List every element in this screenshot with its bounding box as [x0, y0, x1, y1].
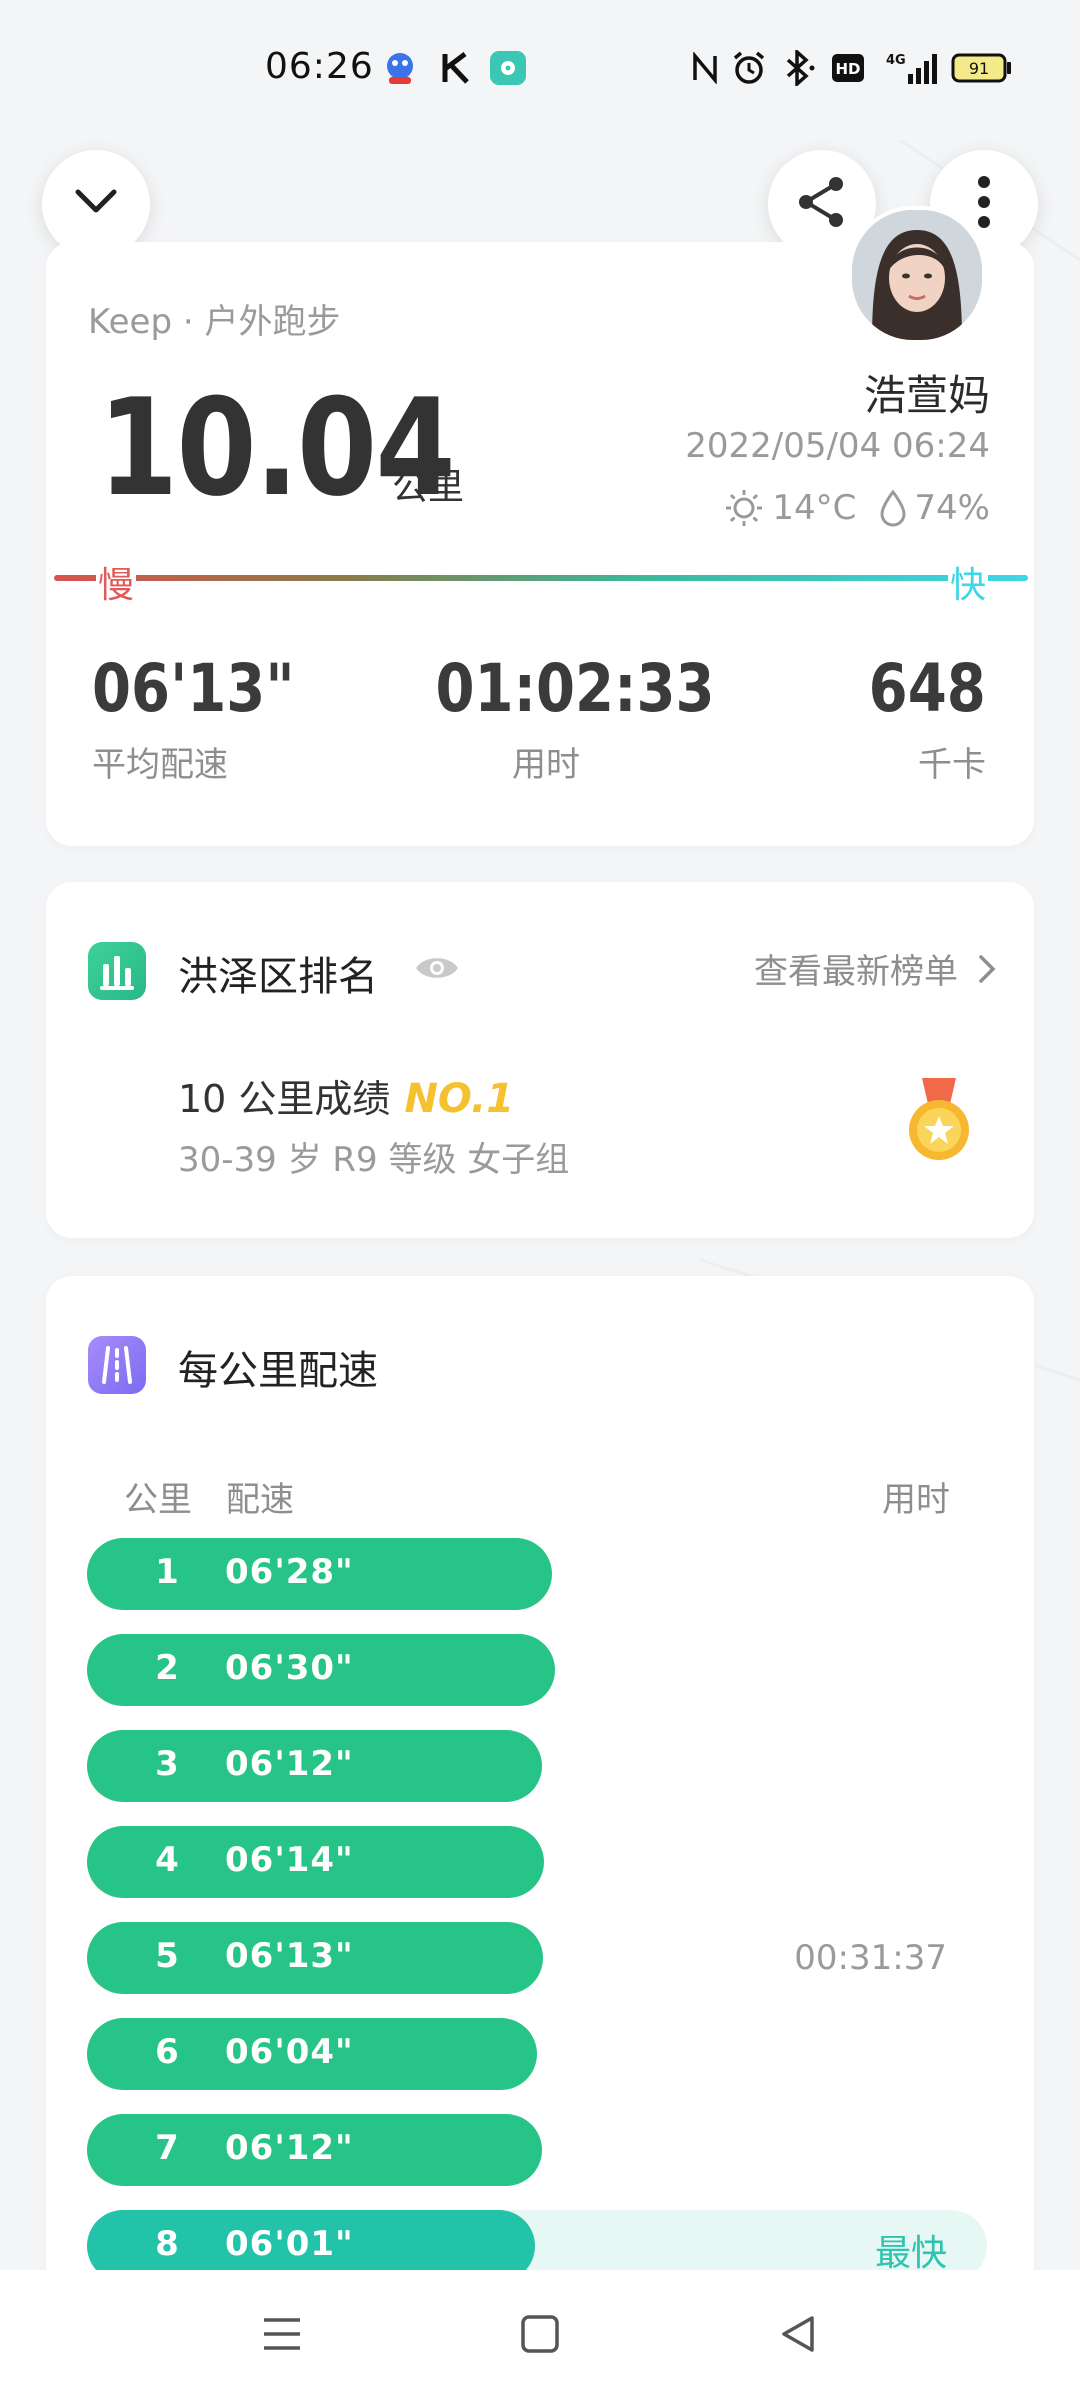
keep-app-icon	[438, 50, 474, 86]
menu-nav-button[interactable]	[262, 2314, 302, 2358]
duration-value: 01:02:33	[435, 650, 715, 727]
split-row: 5 06'13" 00:31:37	[87, 1922, 987, 1994]
distance-unit: 公里	[392, 467, 465, 508]
splits-title: 每公里配速	[178, 1348, 378, 1394]
activity-datetime: 2022/05/04 06:24	[685, 426, 990, 466]
col-km: 公里	[124, 1480, 192, 1520]
rank-result: 10 公里成绩 NO.1	[178, 1068, 514, 1123]
split-km: 2	[155, 1648, 179, 1688]
rank-number: NO.1	[404, 1076, 515, 1122]
activity-source: Keep · 户外跑步	[88, 302, 341, 342]
fastest-badge: 最快	[874, 2233, 947, 2274]
fast-label: 快	[948, 556, 989, 608]
split-km: 4	[155, 1840, 179, 1880]
calories-label: 千卡	[918, 745, 986, 785]
status-time: 06:26	[265, 46, 374, 87]
col-time: 用时	[882, 1480, 950, 1520]
split-pace: 06'30"	[225, 1648, 354, 1688]
split-pace: 06'12"	[225, 1744, 354, 1784]
pace-gradient-bar	[54, 575, 1028, 581]
split-pace: 06'13"	[225, 1936, 354, 1976]
more-vertical-icon	[976, 176, 992, 232]
weather-info: 14°C 74%	[724, 488, 990, 528]
split-pace: 06'28"	[225, 1552, 354, 1592]
back-nav-button[interactable]	[778, 2314, 818, 2358]
stat-pace: 06'13" 平均配速	[92, 650, 330, 786]
avg-pace-label: 平均配速	[92, 745, 228, 785]
temperature: 14°C	[772, 488, 857, 528]
system-nav-bar	[0, 2270, 1080, 2400]
rank-result-label: 10 公里成绩	[178, 1077, 391, 1121]
user-name: 浩萱妈	[863, 371, 990, 420]
music-app-icon	[488, 50, 528, 86]
split-row: 6 06'04"	[87, 2018, 987, 2090]
ranking-card[interactable]: 洪泽区排名 查看最新榜单 10 公里成绩 NO.1 30-39 岁 R9 等级 …	[46, 882, 1034, 1238]
split-elapsed-time: 00:31:37	[794, 1938, 947, 1978]
battery-icon: 91	[950, 50, 1014, 86]
svg-text:HD: HD	[835, 60, 860, 78]
split-km: 8	[155, 2224, 179, 2264]
split-row: 3 06'12"	[87, 1730, 987, 1802]
baidu-app-icon	[380, 50, 420, 86]
stat-duration: 01:02:33 用时	[416, 650, 715, 786]
view-leaderboard-link[interactable]: 查看最新榜单	[754, 944, 996, 993]
split-km: 7	[155, 2128, 179, 2168]
ranking-title: 洪泽区排名	[178, 954, 378, 1000]
avg-pace-value: 06'13"	[92, 650, 295, 727]
humidity: 74%	[914, 488, 990, 528]
rank-group: 30-39 岁 R9 等级 女子组	[178, 1140, 570, 1180]
droplet-icon	[878, 489, 908, 527]
calories-value: 648	[868, 650, 986, 727]
chevron-down-icon	[74, 188, 118, 220]
hd-icon: HD	[830, 50, 866, 86]
sun-icon	[724, 488, 764, 528]
split-km: 1	[155, 1552, 179, 1592]
split-km: 3	[155, 1744, 179, 1784]
col-pace: 配速	[226, 1480, 294, 1520]
alarm-icon	[730, 50, 768, 86]
duration-label: 用时	[512, 745, 580, 785]
stat-calories: 648 千卡	[848, 650, 986, 786]
avatar[interactable]	[848, 206, 986, 344]
share-icon	[794, 174, 850, 234]
signal-4g-icon: 4G	[886, 50, 938, 86]
ranking-chart-icon	[88, 942, 146, 1000]
split-row: 2 06'30"	[87, 1634, 987, 1706]
split-km: 6	[155, 2032, 179, 2072]
split-row: 4 06'14"	[87, 1826, 987, 1898]
split-pace: 06'14"	[225, 1840, 354, 1880]
bluetooth-icon	[778, 50, 818, 86]
eye-icon[interactable]	[414, 952, 460, 988]
road-icon	[88, 1336, 146, 1394]
battery-level: 91	[969, 59, 989, 78]
split-pace: 06'01"	[225, 2224, 354, 2264]
split-km: 5	[155, 1936, 179, 1976]
split-pace: 06'12"	[225, 2128, 354, 2168]
chevron-right-icon	[978, 954, 996, 984]
svg-text:4G: 4G	[886, 53, 906, 68]
nfc-icon	[690, 50, 720, 86]
view-leaderboard-label: 查看最新榜单	[754, 952, 958, 992]
split-pace: 06'04"	[225, 2032, 354, 2072]
split-row: 1 06'28"	[87, 1538, 987, 1610]
slow-label: 慢	[96, 556, 137, 608]
home-nav-button[interactable]	[520, 2314, 560, 2358]
split-row: 7 06'12"	[87, 2114, 987, 2186]
gold-medal-icon	[904, 1078, 974, 1172]
